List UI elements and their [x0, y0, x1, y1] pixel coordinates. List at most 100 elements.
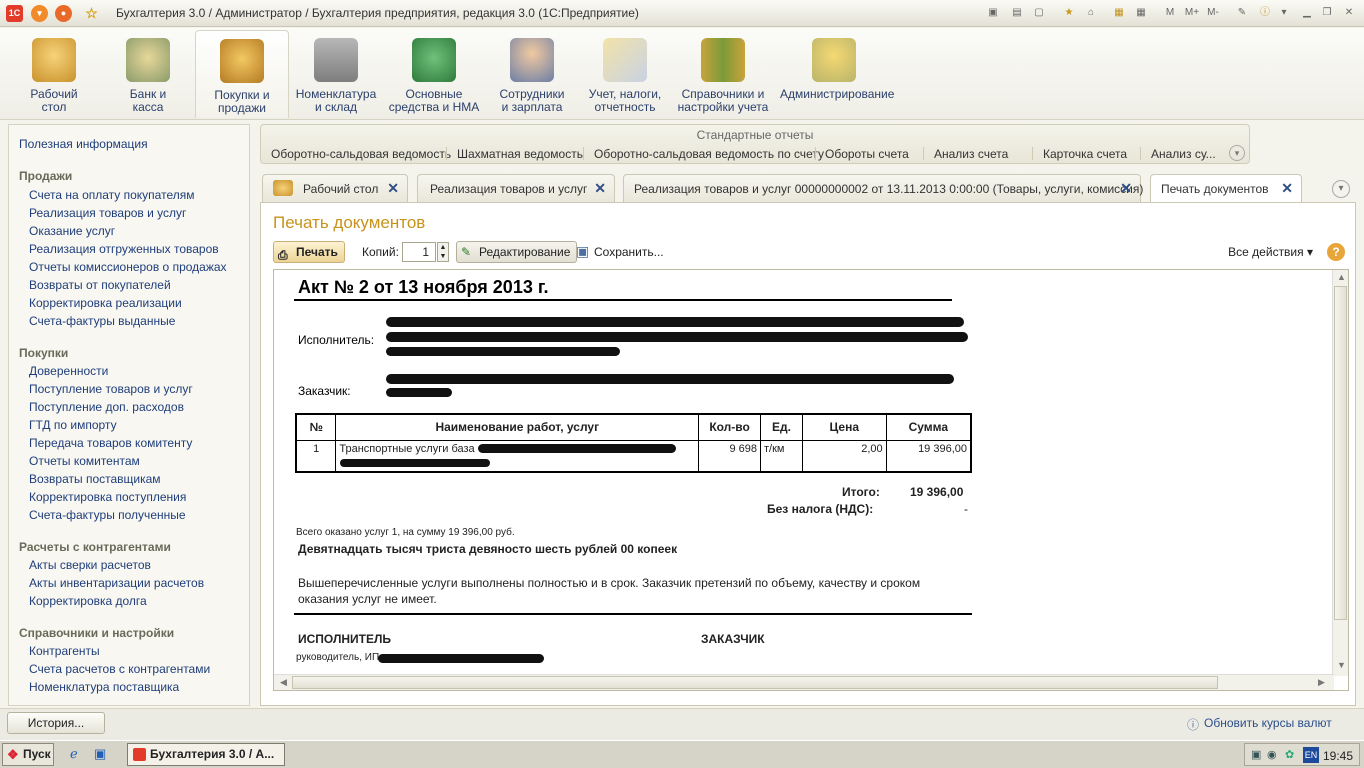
scroll-thumb[interactable]: [292, 676, 1218, 689]
security-icon[interactable]: ✿: [1285, 748, 1294, 761]
report-link[interactable]: Оборотно-сальдовая ведомость: [271, 147, 451, 161]
nav-item[interactable]: Отчеты комитентам: [29, 454, 140, 468]
scroll-right-icon[interactable]: ▶: [1318, 677, 1325, 688]
1c-logo-icon[interactable]: 1C: [6, 5, 23, 22]
report-link[interactable]: Анализ счета: [934, 147, 1008, 161]
save-icon[interactable]: ▣: [986, 6, 1000, 20]
horizontal-scrollbar[interactable]: ◀ ▶: [274, 674, 1334, 690]
nav-item[interactable]: Доверенности: [29, 364, 108, 378]
help-icon[interactable]: ?: [1327, 243, 1345, 261]
report-link[interactable]: Шахматная ведомость: [457, 147, 583, 161]
tabs-menu-icon[interactable]: ▾: [1332, 180, 1350, 198]
nav-item[interactable]: Передача товаров комитенту: [29, 436, 192, 450]
nav-item[interactable]: Корректировка реализации: [29, 296, 182, 310]
calendar-icon[interactable]: ▦: [1134, 6, 1148, 20]
nav-item[interactable]: Корректировка поступления: [29, 490, 186, 504]
dropdown-icon[interactable]: ▾: [1277, 6, 1291, 20]
close-tab-icon[interactable]: ✕: [387, 180, 399, 197]
report-link[interactable]: Оборотно-сальдовая ведомость по счету: [594, 147, 824, 161]
nav-item[interactable]: Поступление товаров и услуг: [29, 382, 193, 396]
tab-desktop[interactable]: Рабочий стол ✕: [262, 174, 408, 202]
taskbar-app-button[interactable]: Бухгалтерия 3.0 / А...: [127, 743, 285, 766]
nav-item[interactable]: Отчеты комиссионеров о продажах: [29, 260, 227, 274]
minimize-icon[interactable]: ▁: [1300, 6, 1314, 20]
menu-icon[interactable]: ▾: [31, 5, 48, 22]
nav-item[interactable]: Поступление доп. расходов: [29, 400, 184, 414]
tab-sales-list[interactable]: Реализация товаров и услуг ✕: [417, 174, 615, 202]
report-link[interactable]: Карточка счета: [1043, 147, 1127, 161]
print-button[interactable]: ⎙ Печать: [273, 241, 345, 263]
useful-info-link[interactable]: Полезная информация: [19, 137, 148, 151]
close-icon[interactable]: ✕: [1342, 6, 1356, 20]
nav-item[interactable]: Номенклатура поставщика: [29, 680, 179, 694]
nav-item[interactable]: Реализация товаров и услуг: [29, 206, 186, 220]
history-button[interactable]: История...: [7, 712, 105, 734]
expand-reports-icon[interactable]: ▾: [1229, 145, 1245, 161]
copies-stepper[interactable]: ▲ ▼: [437, 242, 449, 262]
section-catalogs[interactable]: Справочники и настройки учета: [676, 30, 770, 118]
memory-mminus-button[interactable]: М-: [1205, 6, 1221, 20]
section-desktop[interactable]: Рабочий стол: [12, 30, 96, 118]
copies-input[interactable]: 1: [402, 242, 436, 262]
save-button[interactable]: Сохранить...: [594, 245, 664, 259]
all-actions-menu[interactable]: Все действия ▾: [1228, 245, 1313, 259]
tab-print-documents[interactable]: Печать документов ✕: [1150, 174, 1302, 203]
report-link[interactable]: Анализ су...: [1151, 147, 1216, 161]
nav-item[interactable]: Акты инвентаризации расчетов: [29, 576, 204, 590]
section-employees[interactable]: Сотрудники и зарплата: [492, 30, 572, 118]
back-icon[interactable]: ●: [55, 5, 72, 22]
group-sales-title: Продажи: [19, 169, 73, 183]
section-nomenclature[interactable]: Номенклатура и склад: [294, 30, 378, 118]
show-desktop-icon[interactable]: ▣: [94, 746, 106, 762]
section-sales[interactable]: Покупки и продажи: [195, 30, 289, 118]
nav-item[interactable]: Счета-фактуры выданные: [29, 314, 175, 328]
language-indicator[interactable]: EN: [1303, 747, 1319, 763]
section-accounting[interactable]: Учет, налоги, отчетность: [585, 30, 665, 118]
section-assets[interactable]: Основные средства и НМА: [388, 30, 480, 118]
restore-icon[interactable]: ❐: [1320, 6, 1334, 20]
star-icon[interactable]: ★: [1062, 6, 1076, 20]
close-tab-icon[interactable]: ✕: [594, 180, 606, 197]
nav-item[interactable]: Корректировка долга: [29, 594, 147, 608]
info-icon[interactable]: ⓘ: [1258, 6, 1272, 20]
tab-sales-document[interactable]: Реализация товаров и услуг 00000000002 о…: [623, 174, 1143, 202]
scroll-up-icon[interactable]: ▲: [1337, 272, 1346, 282]
start-button[interactable]: ❖ Пуск: [2, 743, 54, 766]
section-administration[interactable]: Администрирование: [780, 30, 894, 118]
vertical-scrollbar[interactable]: ▲ ▼: [1332, 270, 1348, 676]
windows-logo-icon: ❖: [7, 747, 19, 762]
update-rates-link[interactable]: Обновить курсы валют: [1204, 716, 1332, 730]
report-link[interactable]: Обороты счета: [825, 147, 909, 161]
ie-icon[interactable]: ℯ: [70, 746, 78, 762]
nav-item[interactable]: Возвраты поставщикам: [29, 472, 161, 486]
favorites-star-icon[interactable]: ☆: [83, 5, 100, 22]
scroll-thumb[interactable]: [1334, 286, 1347, 620]
nav-item[interactable]: Акты сверки расчетов: [29, 558, 151, 572]
network-icon[interactable]: ▣: [1251, 748, 1261, 761]
print-icon[interactable]: ▤: [1010, 6, 1024, 20]
memory-mplus-button[interactable]: М+: [1182, 6, 1202, 20]
nav-item[interactable]: Возвраты от покупателей: [29, 278, 171, 292]
preview-icon[interactable]: ▢: [1032, 6, 1046, 20]
standard-reports-title: Стандартные отчеты: [696, 128, 814, 142]
nav-item[interactable]: ГТД по импорту: [29, 418, 117, 432]
nav-item[interactable]: Счета расчетов с контрагентами: [29, 662, 210, 676]
scroll-down-icon[interactable]: ▼: [1337, 660, 1346, 670]
calculator-icon[interactable]: ▦: [1112, 6, 1126, 20]
edit-toggle-button[interactable]: ✎ Редактирование: [456, 241, 578, 263]
close-tab-icon[interactable]: ✕: [1281, 180, 1293, 197]
spreadsheet-document[interactable]: Акт № 2 от 13 ноября 2013 г. Исполнитель…: [273, 269, 1349, 691]
nav-item[interactable]: Оказание услуг: [29, 224, 115, 238]
memory-m-button[interactable]: М: [1163, 6, 1177, 20]
nav-item[interactable]: Счета на оплату покупателям: [29, 188, 194, 202]
table-row[interactable]: 1 Транспортные услуги база 9 698 т/км 2,…: [295, 439, 972, 473]
close-tab-icon[interactable]: ✕: [1120, 180, 1132, 197]
nav-item[interactable]: Контрагенты: [29, 644, 100, 658]
section-bank[interactable]: Банк и касса: [106, 30, 190, 118]
tools-icon[interactable]: ✎: [1235, 6, 1249, 20]
history-icon[interactable]: ⌂: [1084, 6, 1098, 20]
scroll-left-icon[interactable]: ◀: [280, 677, 287, 688]
antivirus-icon[interactable]: ◉: [1267, 748, 1277, 761]
nav-item[interactable]: Реализация отгруженных товаров: [29, 242, 219, 256]
nav-item[interactable]: Счета-фактуры полученные: [29, 508, 186, 522]
